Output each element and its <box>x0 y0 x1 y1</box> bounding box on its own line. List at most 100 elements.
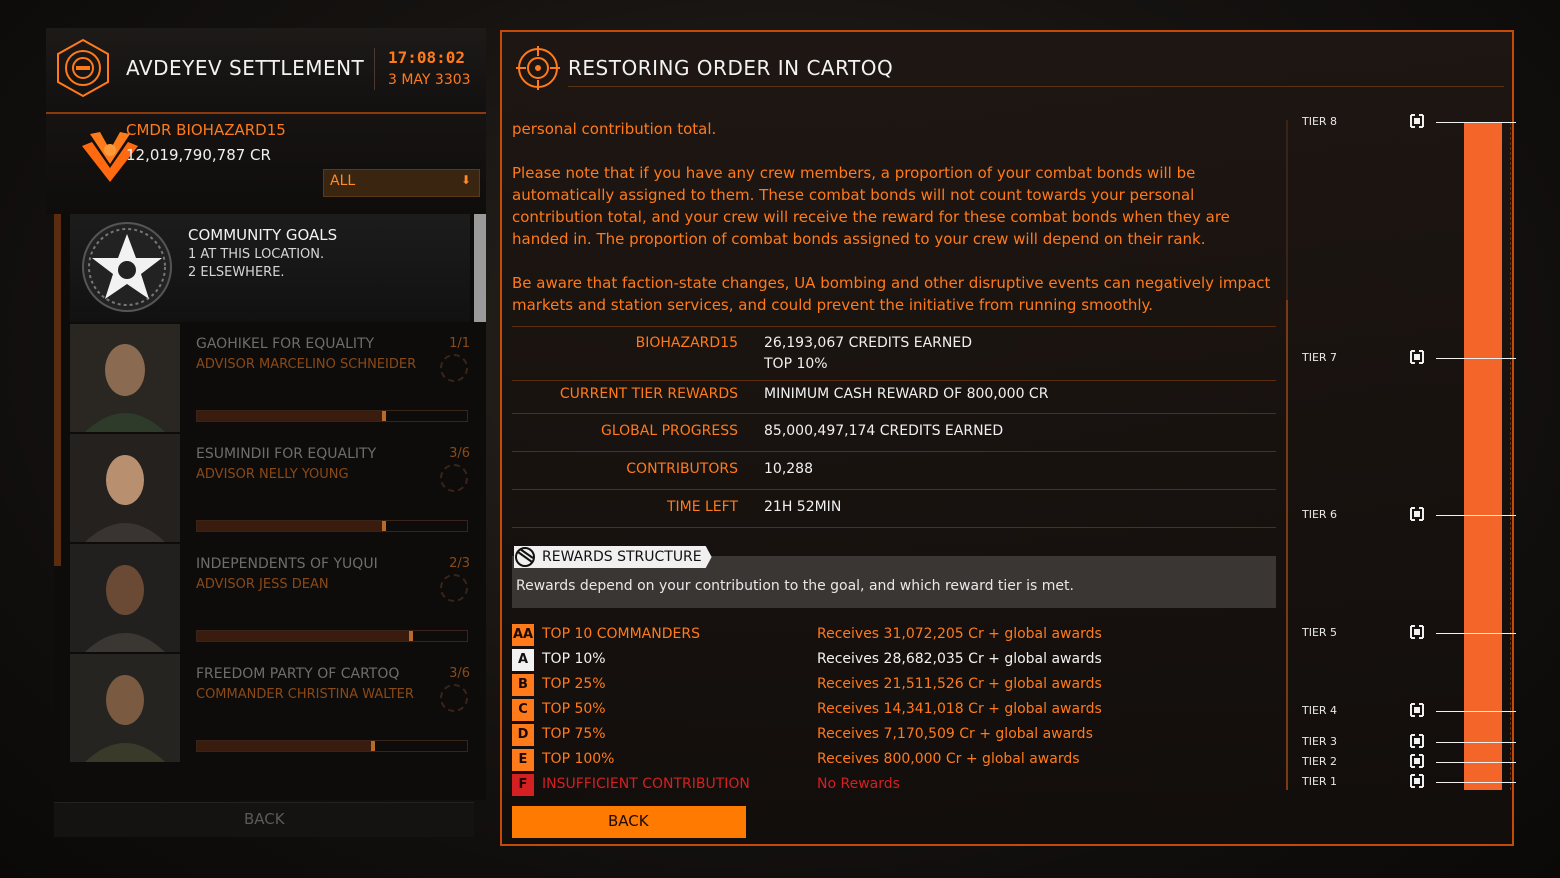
tier-label: TOP 100% <box>542 751 615 767</box>
faction-name: FREEDOM PARTY OF CARTOQ <box>196 666 400 682</box>
rewards-description: Rewards depend on your contribution to t… <box>516 578 1074 594</box>
tier-mark-label: TIER 8 <box>1302 115 1338 128</box>
faction-item[interactable]: INDEPENDENTS OF YUQUI ADVISOR JESS DEAN … <box>70 544 470 652</box>
tier-mark: TIER 6 <box>1302 507 1516 523</box>
tier-mark: TIER 1 <box>1302 774 1516 790</box>
tier-reward: Receives 31,072,205 Cr + global awards <box>817 626 1102 642</box>
target-icon <box>440 684 468 712</box>
tier-mark-label: TIER 5 <box>1302 626 1338 639</box>
reward-tier-row: B TOP 25% Receives 21,511,526 Cr + global … <box>512 674 1276 696</box>
community-goals-elsewhere: 2 ELSEWHERE. <box>188 265 285 280</box>
tier-progress-bar <box>1464 122 1502 790</box>
meter-divider-highlight <box>1286 300 1288 790</box>
crosshair-icon <box>516 46 560 90</box>
tier-mark: TIER 8 <box>1302 114 1516 130</box>
tier-mark-label: TIER 6 <box>1302 508 1338 521</box>
station-panel: AVDEYEV SETTLEMENT 17:08:02 3 MAY 3303 C… <box>46 28 486 848</box>
faction-item[interactable]: FREEDOM PARTY OF CARTOQ COMMANDER CHRIST… <box>70 654 470 762</box>
reward-tier-row: A TOP 10% Receives 28,682,035 Cr + global … <box>512 649 1276 671</box>
rewards-structure-tab: REWARDS STRUCTURE <box>514 546 712 568</box>
stat-label: GLOBAL PROGRESS <box>601 423 738 439</box>
tier-mark-label: TIER 4 <box>1302 704 1338 717</box>
tier-badge: C <box>512 699 534 721</box>
description-paragraph: personal contribution total. <box>512 120 717 138</box>
tier-line <box>1436 742 1516 743</box>
tier-line <box>1436 762 1516 763</box>
tier-mark: TIER 5 <box>1302 625 1516 641</box>
tier-reward: Receives 800,000 Cr + global awards <box>817 751 1080 767</box>
tier-label: TOP 10% <box>542 651 606 667</box>
tier-mark: TIER 3 <box>1302 734 1516 750</box>
reward-tier-row: C TOP 50% Receives 14,341,018 Cr + global … <box>512 699 1276 721</box>
faction-name: INDEPENDENTS OF YUQUI <box>196 556 378 572</box>
stat-value: 10,288 <box>764 461 813 477</box>
tier-badge: F <box>512 774 534 796</box>
tier-line <box>1436 633 1516 634</box>
goal-description: personal contribution total. Please note… <box>512 118 1282 338</box>
filter-dropdown[interactable]: ALL ⬇ <box>323 169 480 197</box>
stat-row: CURRENT TIER REWARDS MINIMUM CASH REWARD… <box>512 381 1276 414</box>
advisor-portrait <box>70 544 180 652</box>
goal-list: COMMUNITY GOALS 1 AT THIS LOCATION. 2 EL… <box>54 214 486 800</box>
commander-credits: 12,019,790,787 CR <box>126 146 271 164</box>
stat-value: 21H 52MIN <box>764 499 842 515</box>
tier-reward-icon <box>1410 114 1424 128</box>
back-label: BACK <box>608 812 649 830</box>
commander-box: CMDR BIOHAZARD15 12,019,790,787 CR ALL ⬇ <box>46 114 486 214</box>
reward-tier-row: F INSUFFICIENT CONTRIBUTION No Rewards <box>512 774 1276 796</box>
tier-reward-icon <box>1410 507 1424 521</box>
tier-line <box>1436 122 1516 123</box>
tier-track <box>1510 122 1512 790</box>
stat-value-secondary: TOP 10% <box>764 356 828 372</box>
back-button[interactable]: BACK <box>512 806 746 838</box>
filter-value: ALL <box>330 173 356 189</box>
faction-progress <box>196 740 468 752</box>
stat-label: TIME LEFT <box>666 499 738 515</box>
left-back-label: BACK <box>244 810 285 828</box>
divider <box>374 48 375 90</box>
tier-badge: AA <box>512 624 534 646</box>
progress-fill <box>197 631 413 641</box>
tier-reward: Receives 28,682,035 Cr + global awards <box>817 651 1102 667</box>
station-name: AVDEYEV SETTLEMENT <box>126 56 365 80</box>
tier-badge: A <box>512 649 534 671</box>
tier-reward-icon <box>1410 734 1424 748</box>
progress-fill <box>197 411 386 421</box>
left-back-button[interactable]: BACK <box>54 802 474 837</box>
faction-progress <box>196 520 468 532</box>
tier-badge: E <box>512 749 534 771</box>
faction-count: 2/3 <box>449 556 470 571</box>
rewards-heading: REWARDS STRUCTURE <box>542 549 702 565</box>
station-header: AVDEYEV SETTLEMENT 17:08:02 3 MAY 3303 <box>46 28 486 114</box>
tier-badge: D <box>512 724 534 746</box>
faction-name: GAOHIKEL FOR EQUALITY <box>196 336 375 352</box>
tier-label: TOP 50% <box>542 701 606 717</box>
tier-line <box>1436 358 1516 359</box>
faction-item[interactable]: GAOHIKEL FOR EQUALITY ADVISOR MARCELINO … <box>70 324 470 432</box>
tier-line <box>1436 515 1516 516</box>
community-goals-item[interactable]: COMMUNITY GOALS 1 AT THIS LOCATION. 2 EL… <box>70 214 470 322</box>
faction-advisor: ADVISOR NELLY YOUNG <box>196 467 349 482</box>
progress-marker <box>382 411 386 421</box>
reward-tier-row: D TOP 75% Receives 7,170,509 Cr + global a… <box>512 724 1276 746</box>
advisor-portrait <box>70 654 180 762</box>
target-icon <box>440 464 468 492</box>
rewards-icon <box>515 547 535 567</box>
goal-title: RESTORING ORDER IN CARTOQ <box>568 56 894 80</box>
progress-marker <box>382 521 386 531</box>
tier-mark: TIER 2 <box>1302 754 1516 770</box>
faction-advisor: COMMANDER CHRISTINA WALTER <box>196 687 414 702</box>
goal-stats: BIOHAZARD15 26,193,067 CREDITS EARNED TO… <box>512 326 1276 528</box>
reward-tier-row: AA TOP 10 COMMANDERS Receives 31,072,205 C… <box>512 624 1276 646</box>
list-scrollbar[interactable] <box>474 214 486 322</box>
reward-tier-row: E TOP 100% Receives 800,000 Cr + global aw… <box>512 749 1276 771</box>
faction-count: 1/1 <box>449 336 470 351</box>
target-icon <box>440 574 468 602</box>
commander-name: CMDR BIOHAZARD15 <box>126 121 286 139</box>
divider <box>568 86 1504 87</box>
target-icon <box>440 354 468 382</box>
progress-marker <box>371 741 375 751</box>
faction-item[interactable]: ESUMINDII FOR EQUALITY ADVISOR NELLY YOU… <box>70 434 470 542</box>
community-goals-icon <box>82 222 172 312</box>
stat-value: 26,193,067 CREDITS EARNED <box>764 335 973 351</box>
